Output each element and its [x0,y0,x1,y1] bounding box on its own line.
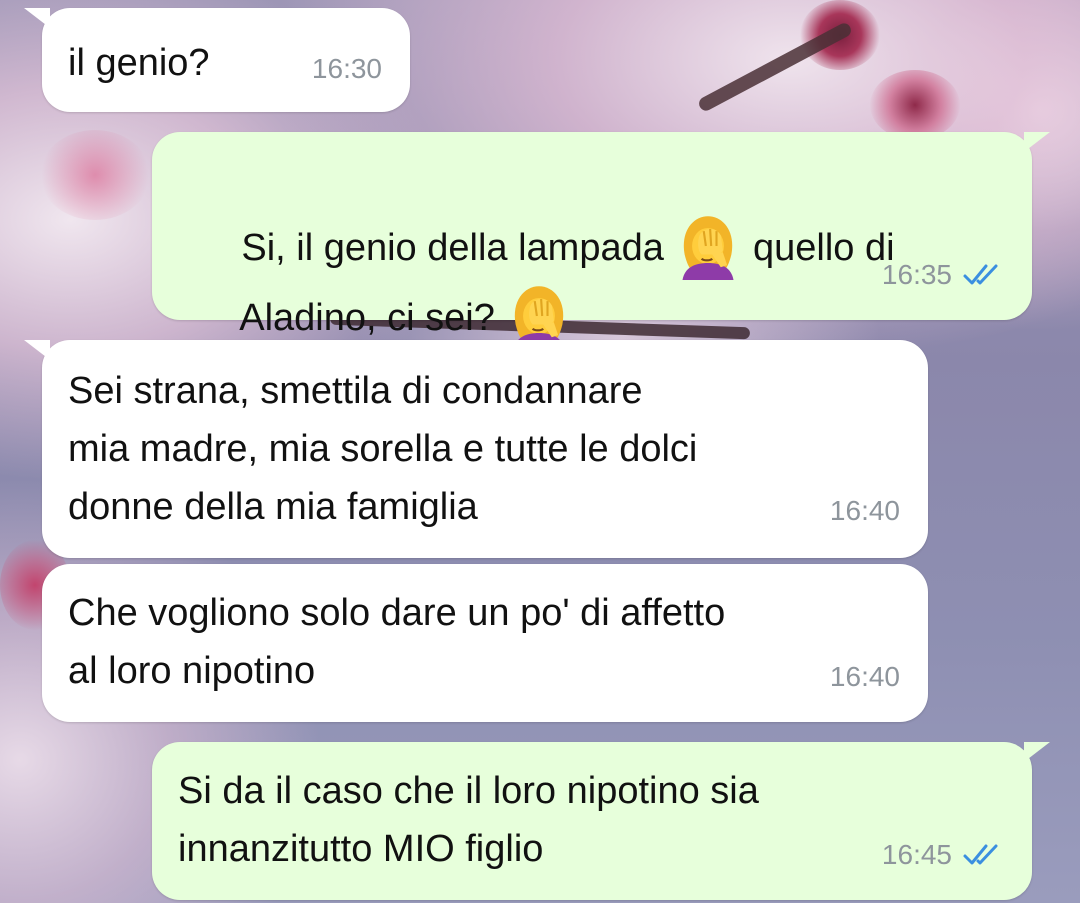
incoming-message-bubble[interactable]: Sei strana, smettila di condannare mia m… [24,340,928,558]
message-meta: 16:30 [312,40,382,98]
message-text: donne della mia famiglia [68,486,478,528]
message-text: Si da il caso che il loro nipotino sia [178,770,759,812]
message-timestamp: 16:45 [881,839,952,870]
incoming-message-bubble[interactable]: Che vogliono solo dare un po' di affetto… [42,564,928,722]
message-text: mia madre, mia sorella e tutte le dolci [68,428,698,470]
message-text: Sei strana, smettila di condannare [68,370,643,412]
message-text-segment: Aladino, ci sei? [239,297,506,340]
message-text: Che vogliono solo dare un po' di affetto [68,592,726,634]
outgoing-message-bubble[interactable]: Si da il caso che il loro nipotino sia i… [152,742,1050,900]
incoming-message-bubble[interactable]: il genio? 16:30 [24,8,410,112]
message-text: il genio? [68,42,210,84]
message-list[interactable]: il genio? 16:30 Si, il genio della lampa… [0,0,1080,903]
message-timestamp: 16:40 [829,661,900,692]
message-timestamp: 16:30 [311,53,382,84]
message-meta: 16:35 [882,246,1004,304]
message-text-segment: quello di [742,227,895,270]
outgoing-message-bubble[interactable]: Si, il genio della lampada quello di Ala… [152,132,1050,350]
message-meta: 16:40 [830,482,900,540]
message-meta: 16:40 [830,648,900,706]
message-timestamp: 16:35 [881,259,952,290]
woman-facepalming-icon [682,216,734,280]
read-receipt-double-check-icon [963,264,998,285]
message-meta: 16:45 [882,826,1004,884]
message-timestamp: 16:40 [829,495,900,526]
message-text: al loro nipotino [68,650,316,692]
message-text: innanzitutto MIO figlio [178,828,544,870]
read-receipt-double-check-icon [963,844,998,865]
